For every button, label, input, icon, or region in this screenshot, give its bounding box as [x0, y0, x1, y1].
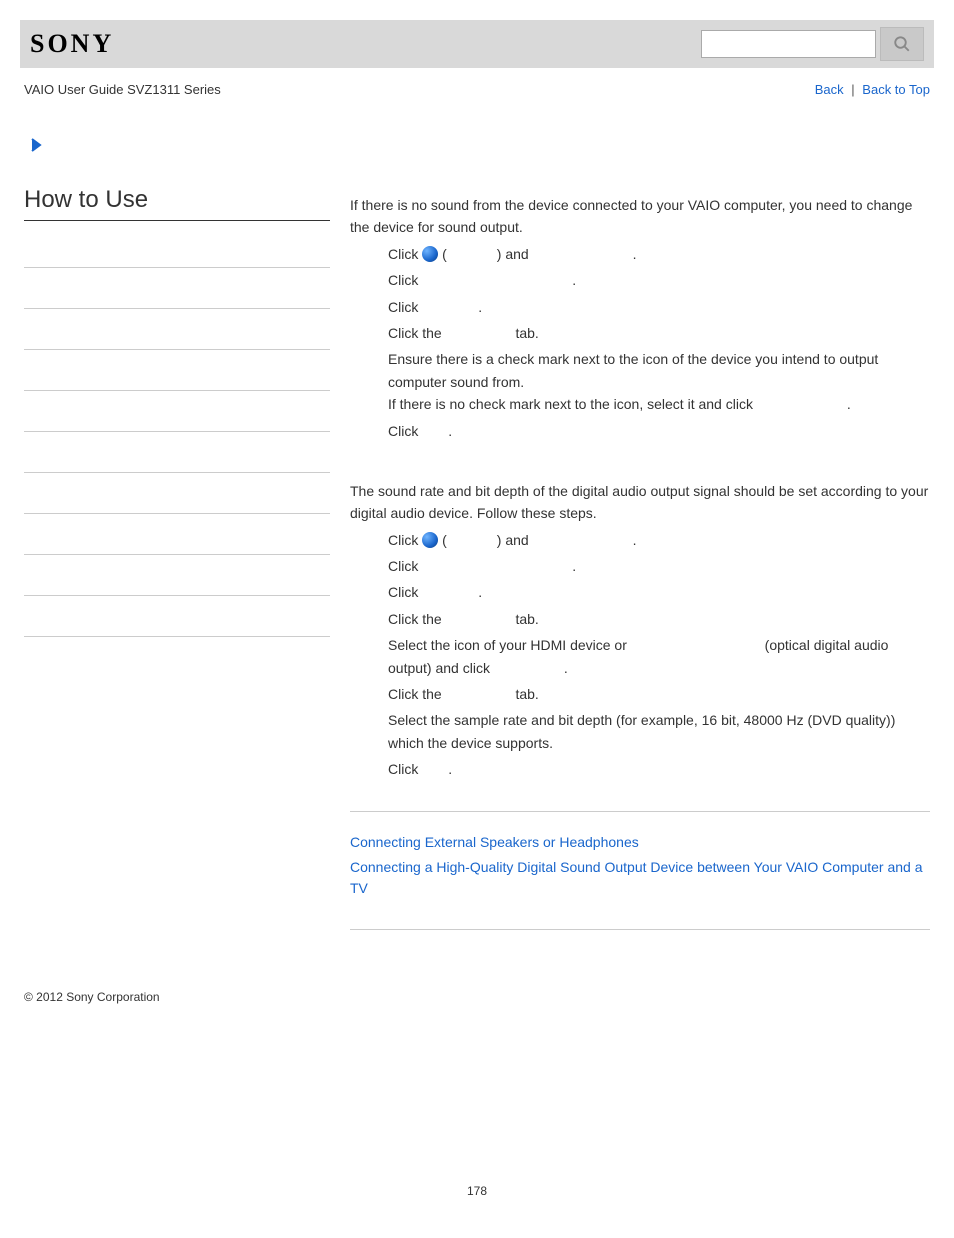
text: Click — [388, 272, 422, 288]
separator — [350, 929, 930, 930]
text: Click the — [388, 686, 446, 702]
sidebar-item[interactable] — [24, 227, 330, 268]
text: Click — [388, 246, 422, 262]
text: Click — [388, 423, 422, 439]
sidebar: How to Use — [24, 166, 330, 950]
sidebar-item[interactable] — [24, 555, 330, 596]
step: Click ( ) and . — [388, 243, 930, 265]
search-button[interactable] — [880, 27, 924, 61]
step: Click . — [388, 758, 930, 780]
back-link[interactable]: Back — [815, 82, 844, 97]
text: If there is no check mark next to the ic… — [388, 396, 757, 412]
step: Click . — [388, 420, 930, 442]
step: Click . — [388, 581, 930, 603]
nav-links: Back | Back to Top — [815, 82, 930, 97]
text: ( — [438, 532, 447, 548]
step: Select the sample rate and bit depth (fo… — [388, 709, 930, 754]
text: ) and — [497, 246, 533, 262]
chevron-right-icon — [30, 137, 48, 153]
step: Click . — [388, 296, 930, 318]
text: Click the — [388, 325, 446, 341]
start-icon — [422, 532, 438, 548]
related-link-speakers[interactable]: Connecting External Speakers or Headphon… — [350, 832, 930, 853]
breadcrumb: VAIO User Guide SVZ1311 Series — [24, 82, 221, 97]
text: ( — [438, 246, 447, 262]
header-bar: SONY — [20, 20, 934, 68]
sidebar-item[interactable] — [24, 514, 330, 555]
text: ) and — [497, 532, 533, 548]
procedure-1: Click ( ) and . Click . Click . Click the… — [350, 243, 930, 442]
text: tab. — [512, 611, 539, 627]
sidebar-item[interactable] — [24, 350, 330, 391]
sidebar-item[interactable] — [24, 473, 330, 514]
step: Ensure there is a check mark next to the… — [388, 348, 930, 415]
text: Select the icon of your HDMI device or — [388, 637, 631, 653]
sidebar-item[interactable] — [24, 391, 330, 432]
start-icon — [422, 246, 438, 262]
text: . — [633, 532, 637, 548]
text: tab. — [512, 686, 539, 702]
step: Click ( ) and . — [388, 529, 930, 551]
intro-paragraph-1: If there is no sound from the device con… — [350, 194, 930, 239]
text: . — [572, 272, 576, 288]
separator — [350, 811, 930, 812]
step: Click the tab. — [388, 608, 930, 630]
related-link-digital-sound[interactable]: Connecting a High-Quality Digital Sound … — [350, 857, 930, 899]
text: . — [633, 246, 637, 262]
logo: SONY — [30, 29, 114, 59]
text: Click — [388, 299, 422, 315]
text: Ensure there is a check mark next to the… — [388, 348, 930, 393]
search-wrap — [701, 27, 924, 61]
step: Select the icon of your HDMI device or (… — [388, 634, 930, 679]
text: . — [478, 299, 482, 315]
search-icon — [893, 35, 911, 53]
text: . — [478, 584, 482, 600]
sidebar-item[interactable] — [24, 432, 330, 473]
text: . — [847, 396, 851, 412]
arrow-block — [20, 107, 934, 166]
procedure-2: Click ( ) and . Click . Click . Click the… — [350, 529, 930, 781]
related-topics: Connecting External Speakers or Headphon… — [350, 832, 930, 899]
sidebar-item[interactable] — [24, 596, 330, 637]
text: Click — [388, 761, 422, 777]
step: Click the tab. — [388, 322, 930, 344]
page-number: 178 — [20, 1004, 934, 1198]
sidebar-item[interactable] — [24, 268, 330, 309]
step: Click . — [388, 555, 930, 577]
step: Click the tab. — [388, 683, 930, 705]
text: tab. — [512, 325, 539, 341]
search-input[interactable] — [701, 30, 876, 58]
copyright-footer: © 2012 Sony Corporation — [20, 950, 934, 1004]
text: . — [448, 761, 452, 777]
step: Click . — [388, 269, 930, 291]
text: . — [572, 558, 576, 574]
nav-separator: | — [851, 82, 854, 97]
subheader: VAIO User Guide SVZ1311 Series Back | Ba… — [20, 68, 934, 107]
text: Click — [388, 532, 422, 548]
text: . — [448, 423, 452, 439]
text: Click — [388, 558, 422, 574]
sidebar-title: How to Use — [24, 186, 330, 221]
text: Click — [388, 584, 422, 600]
back-to-top-link[interactable]: Back to Top — [862, 82, 930, 97]
sidebar-item[interactable] — [24, 309, 330, 350]
text: . — [564, 660, 568, 676]
main-content: If there is no sound from the device con… — [350, 166, 930, 950]
intro-paragraph-2: The sound rate and bit depth of the digi… — [350, 480, 930, 525]
text: Click the — [388, 611, 446, 627]
